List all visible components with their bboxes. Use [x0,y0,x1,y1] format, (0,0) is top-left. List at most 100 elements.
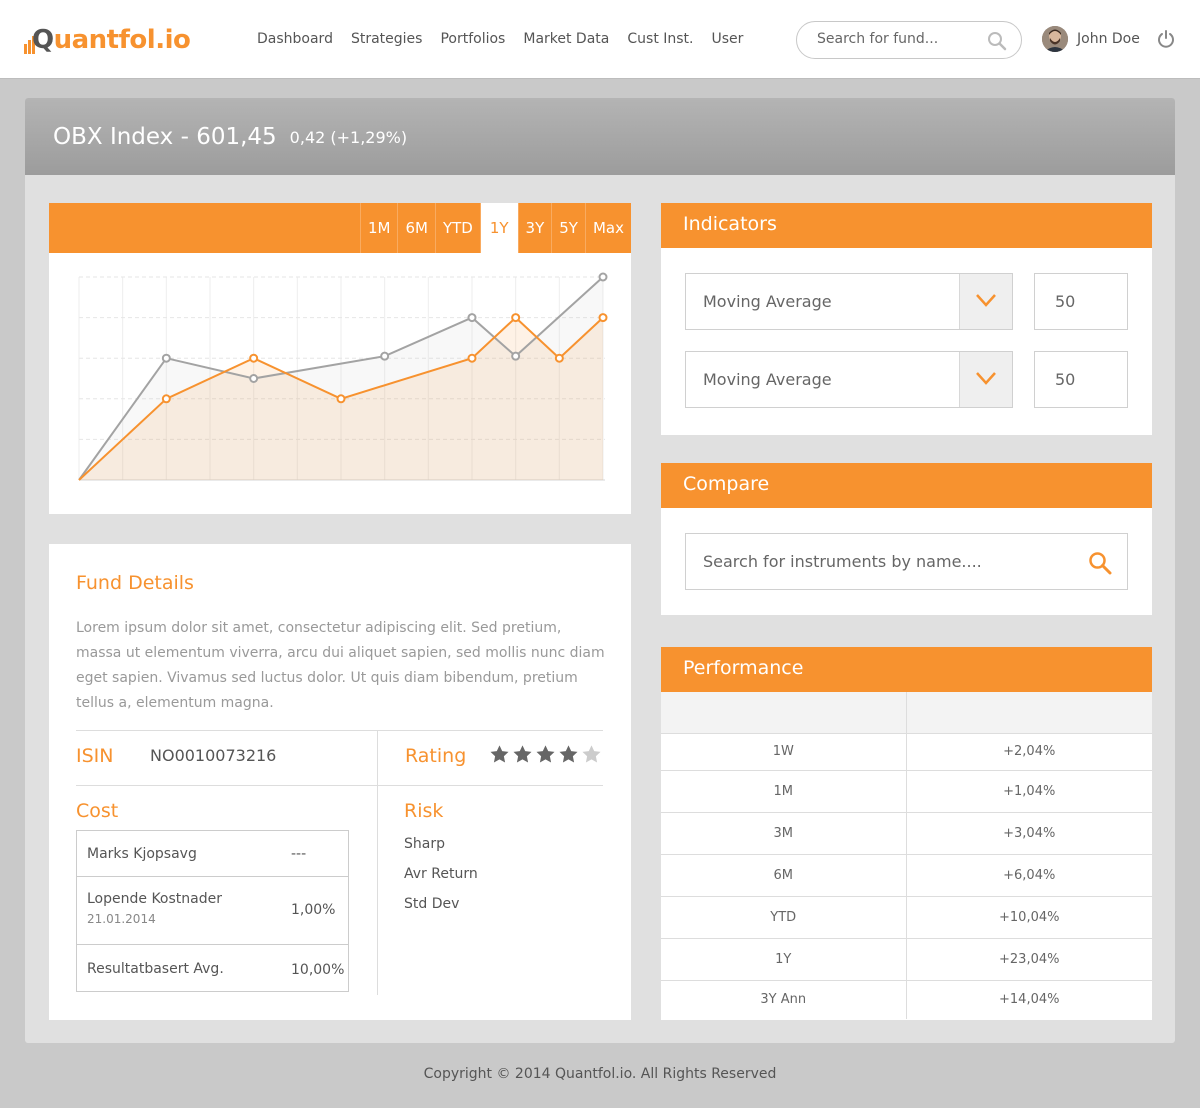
data-point [554,353,564,363]
perf-value: +14,04% [999,992,1060,1008]
nav-dashboard[interactable]: Dashboard [257,29,333,49]
range-1m[interactable]: 1M [359,203,398,253]
dropdown-button[interactable] [959,352,1012,407]
nav-user[interactable]: User [712,29,744,49]
logo-text: uantfol.io [53,25,191,55]
performance-card: Performance 1W +2,04% 1M +1,04% 3M +3,04% 6… [661,647,1152,1020]
divider [76,730,603,731]
index-header: OBX Index - 601,45 0,42 (+1,29%) [25,98,1175,175]
perf-value: +6,04% [906,854,1152,897]
divider [76,785,603,786]
cost-name: Lopende Kostnader [87,891,222,907]
data-point [380,351,390,361]
indicator-period-2[interactable]: 50 [1034,351,1128,408]
fund-search-input[interactable] [817,31,977,47]
cost-name: Resultatbasert Avg. [87,961,224,977]
nav-market-data[interactable]: Market Data [523,29,609,49]
perf-value: +3,04% [906,812,1152,855]
avatar [1042,26,1068,52]
cost-date: 21.01.2014 [87,912,156,926]
cost-name: Marks Kjopsavg [87,846,197,862]
range-6m[interactable]: 6M [397,203,435,253]
search-icon[interactable] [987,31,1007,51]
data-point [511,313,521,323]
logo-q: Q [32,25,54,55]
table-row: 6M +6,04% [661,854,1152,897]
star-icon [536,745,555,763]
table-row: 1M +1,04% [661,770,1152,813]
index-change: 0,42 (+1,29%) [289,128,408,147]
data-point [161,353,171,363]
table-row: 1W +2,04% [661,733,1152,771]
cost-table: Marks Kjopsavg --- Lopende Kostnader 21.… [76,830,349,992]
perf-period: YTD [661,896,907,939]
rating-label: Rating [405,745,467,767]
performance-title: Performance [661,647,1152,692]
price-chart [78,272,608,481]
table-row: 3M +3,04% [661,812,1152,855]
data-point [511,351,521,361]
table-header-row [661,692,1152,734]
indicator-select-value: Moving Average [703,370,832,389]
range-5y[interactable]: 5Y [551,203,585,253]
logo[interactable]: Quantfol.io [24,22,191,58]
divider [377,730,378,995]
data-point [598,272,608,282]
performance-table: 1W +2,04% 1M +1,04% 3M +3,04% 6M +6,04% YTD +… [661,692,1152,1019]
data-point [598,313,608,323]
nav-cust-inst[interactable]: Cust Inst. [627,29,693,49]
perf-period: 3M [661,812,907,855]
isin-label: ISIN [76,745,114,767]
search-icon[interactable] [1088,551,1112,575]
perf-period: 1Y [661,938,907,981]
range-selector: 1M 6M YTD 1Y 3Y 5Y Max [49,203,631,253]
dropdown-button[interactable] [959,274,1012,329]
cost-row: Lopende Kostnader 21.01.2014 1,00% [77,877,348,945]
range-1y[interactable]: 1Y [479,203,518,253]
cost-value: 10,00% [291,962,345,978]
fund-details-card: Fund Details Lorem ipsum dolor sit amet,… [49,544,631,1020]
fund-description: Lorem ipsum dolor sit amet, consectetur … [76,620,605,711]
chevron-down-icon [976,372,996,385]
chevron-down-icon [976,294,996,307]
footer-copyright: Copyright © 2014 Quantfol.io. All Rights… [423,1066,777,1082]
table-row: 1Y +23,04% [661,938,1152,981]
indicator-period-1[interactable]: 50 [1034,273,1128,330]
cost-value: --- [291,846,307,862]
indicators-title: Indicators [661,203,1152,248]
power-icon[interactable] [1157,30,1175,48]
perf-value: +1,04% [906,770,1152,813]
data-point [249,374,259,383]
range-max[interactable]: Max [584,203,631,253]
user-menu[interactable]: John Doe [1042,26,1140,52]
main-panel: OBX Index - 601,45 0,42 (+1,29%) 1M 6M Y… [25,98,1175,1043]
cost-label: Cost [76,800,119,822]
compare-card: Compare [661,463,1152,615]
chart-card: 1M 6M YTD 1Y 3Y 5Y Max [49,203,631,514]
indicator-period-value: 50 [1055,370,1076,389]
range-3y[interactable]: 3Y [517,203,552,253]
nav-strategies[interactable]: Strategies [351,29,423,49]
fund-details-title: Fund Details [76,572,194,594]
main-nav: Dashboard Strategies Portfolios Market D… [257,29,761,49]
data-point [467,313,477,323]
top-bar: Quantfol.io Dashboard Strategies Portfol… [0,0,1200,79]
nav-portfolios[interactable]: Portfolios [440,29,505,49]
perf-period: 1W [661,733,907,771]
table-row: 3Y Ann +14,04% [661,980,1152,1019]
compare-search [685,533,1128,590]
table-row: YTD +10,04% [661,896,1152,939]
compare-title: Compare [661,463,1152,508]
perf-period: 1M [661,770,907,813]
indicator-select-2[interactable]: Moving Average [685,351,1013,408]
data-point [249,353,259,363]
indicator-period-value: 50 [1055,292,1076,311]
range-ytd[interactable]: YTD [434,203,480,253]
star-icon [513,745,532,763]
perf-value: +10,04% [906,896,1152,939]
indicator-select-1[interactable]: Moving Average [685,273,1013,330]
indicators-card: Indicators Moving Average 50 Moving Aver… [661,203,1152,435]
compare-search-input[interactable] [703,552,1063,571]
cost-row: Resultatbasert Avg. 10,00% [77,945,348,991]
star-icon [490,745,509,763]
